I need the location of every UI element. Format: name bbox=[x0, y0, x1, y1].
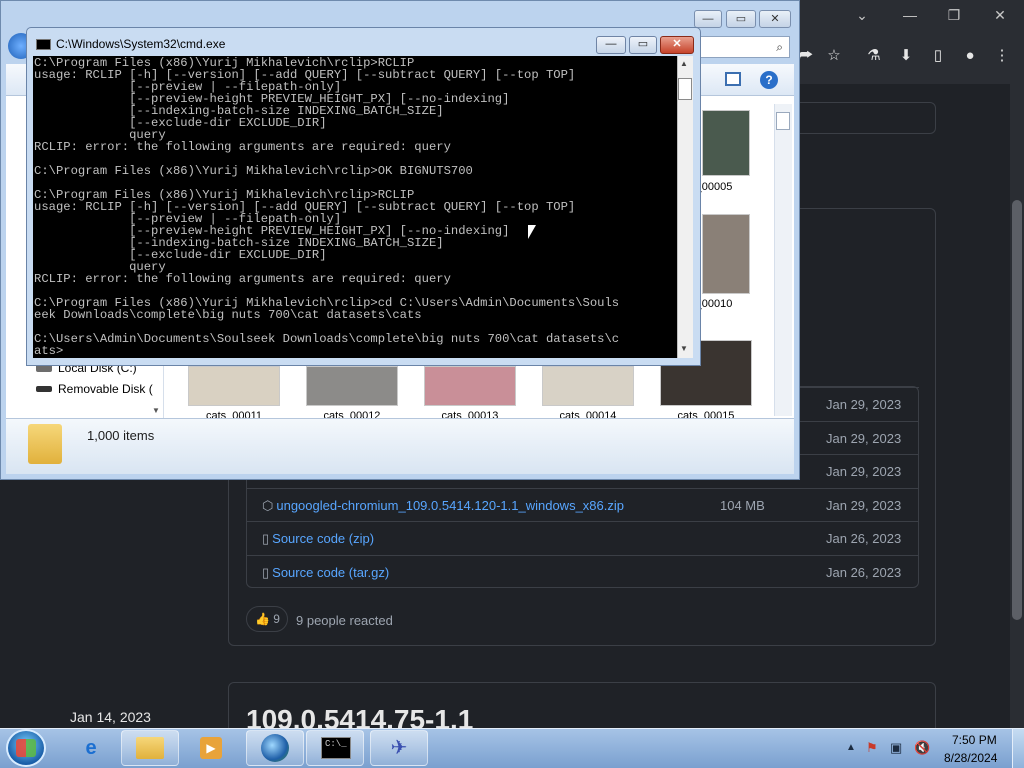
show-desktop-button[interactable] bbox=[1012, 729, 1024, 768]
explorer-minimize-button[interactable]: — bbox=[694, 10, 722, 28]
cmd-icon: C:\_ bbox=[321, 737, 351, 759]
asset-date: Jan 26, 2023 bbox=[826, 565, 902, 580]
file-zip-icon: ▯ bbox=[262, 531, 270, 546]
asset-size: 104 MB bbox=[720, 498, 765, 513]
volume-muted-icon[interactable]: 🔇 bbox=[914, 740, 930, 756]
scroll-down-arrow-icon[interactable]: ▼ bbox=[152, 406, 160, 415]
release-date: Jan 14, 2023 bbox=[70, 709, 151, 725]
download-icon[interactable]: ⬇ bbox=[894, 44, 918, 68]
file-zip-icon: ▯ bbox=[262, 565, 270, 580]
mouse-cursor-icon bbox=[528, 225, 536, 239]
asset-date: Jan 26, 2023 bbox=[826, 531, 902, 546]
reaction-button[interactable]: 👍 9 bbox=[246, 606, 288, 632]
help-icon[interactable]: ? bbox=[760, 71, 778, 89]
explorer-search-box[interactable]: ⌕ bbox=[698, 36, 790, 58]
clock-date[interactable]: 8/28/2024 bbox=[944, 751, 997, 765]
thumbnail-label[interactable]: cats_00012 bbox=[302, 410, 402, 418]
minimize-button[interactable]: — bbox=[888, 4, 932, 26]
profile-icon[interactable]: ● bbox=[958, 44, 982, 68]
chromium-icon bbox=[261, 734, 289, 762]
thumbs-up-icon: 👍 bbox=[255, 612, 274, 626]
internet-explorer-icon: e bbox=[85, 737, 97, 759]
close-button[interactable]: ✕ bbox=[978, 4, 1022, 26]
asset-row[interactable]: ▯ Source code (tar.gz) Jan 26, 2023 bbox=[246, 555, 919, 589]
cmd-maximize-button[interactable]: ▭ bbox=[629, 36, 657, 54]
thumbnail-label[interactable]: cats_00013 bbox=[420, 410, 520, 418]
thumbnail-image[interactable] bbox=[188, 366, 280, 406]
explorer-scrollbar[interactable] bbox=[774, 104, 792, 416]
sidebar-icon[interactable]: ▯ bbox=[926, 44, 950, 68]
preview-pane-icon[interactable] bbox=[725, 72, 741, 86]
thumbnail-label[interactable]: cats_00011 bbox=[184, 410, 284, 418]
thumbnail-image[interactable] bbox=[542, 366, 634, 406]
cmd-output: C:\Program Files (x86)\Yurij Mikhalevich… bbox=[34, 56, 620, 358]
thumbnail-label[interactable]: cats_00015 bbox=[656, 410, 756, 418]
thumbnail-image[interactable] bbox=[702, 214, 750, 294]
cmd-minimize-button[interactable]: — bbox=[596, 36, 626, 54]
browser-scroll-thumb[interactable] bbox=[1012, 200, 1022, 620]
asset-date: Jan 29, 2023 bbox=[826, 498, 902, 513]
cmd-console[interactable]: C:\Program Files (x86)\Yurij Mikhalevich… bbox=[33, 56, 677, 358]
restore-button[interactable]: ❐ bbox=[932, 4, 976, 26]
asset-date: Jan 29, 2023 bbox=[826, 431, 902, 446]
menu-icon[interactable]: ⋮ bbox=[990, 44, 1014, 68]
item-count: 1,000 items bbox=[87, 428, 155, 443]
cmd-scrollbar[interactable] bbox=[677, 56, 693, 358]
cmd-titlebar[interactable]: C:\Windows\System32\cmd.exe — ▭ ✕ bbox=[27, 28, 700, 58]
thumbnail-image[interactable] bbox=[306, 366, 398, 406]
windows-logo-icon bbox=[16, 739, 36, 757]
tray-expand-icon[interactable]: ▲ bbox=[846, 742, 856, 753]
details-pane bbox=[6, 418, 794, 474]
asset-date: Jan 29, 2023 bbox=[826, 397, 902, 412]
bird-icon: ✈ bbox=[390, 737, 408, 759]
media-player-icon: ▶ bbox=[200, 737, 222, 759]
clock-time[interactable]: 7:50 PM bbox=[952, 733, 997, 747]
tab-list-icon[interactable]: ⌄ bbox=[840, 4, 884, 26]
removable-drive-icon bbox=[36, 386, 52, 392]
thumbnail-label-row: cats_00011 cats_00012 cats_00013 cats_00… bbox=[160, 408, 774, 418]
thumbnail-image[interactable] bbox=[702, 110, 750, 176]
cmd-title: C:\Windows\System32\cmd.exe bbox=[56, 37, 226, 51]
reaction-summary: 9 people reacted bbox=[296, 613, 393, 628]
asset-link[interactable]: ▯ Source code (tar.gz) bbox=[262, 565, 389, 581]
asset-row[interactable]: ▯ Source code (zip) Jan 26, 2023 bbox=[246, 521, 919, 555]
asset-link[interactable]: ▯ Source code (zip) bbox=[262, 531, 374, 547]
cmd-app-icon bbox=[36, 39, 51, 50]
package-icon: ⬡ bbox=[262, 498, 274, 513]
explorer-close-button[interactable]: ✕ bbox=[759, 10, 791, 28]
asset-link[interactable]: ⬡ ungoogled-chromium_109.0.5414.120-1.1_w… bbox=[262, 498, 624, 514]
explorer-maximize-button[interactable]: ▭ bbox=[726, 10, 756, 28]
folder-icon bbox=[28, 424, 62, 464]
thumbnail-image[interactable] bbox=[424, 366, 516, 406]
asset-date: Jan 29, 2023 bbox=[826, 464, 902, 479]
scroll-down-arrow-icon[interactable]: ▼ bbox=[680, 344, 688, 353]
cmd-close-button[interactable]: ✕ bbox=[660, 36, 694, 54]
thumbnail-label[interactable]: cats_00014 bbox=[538, 410, 638, 418]
nav-item-removable-disk[interactable]: Removable Disk ( bbox=[58, 382, 153, 396]
folder-icon bbox=[136, 737, 164, 759]
flask-icon[interactable]: ⚗ bbox=[862, 44, 886, 68]
cmd-scroll-thumb[interactable] bbox=[678, 78, 692, 100]
asset-row[interactable]: ⬡ ungoogled-chromium_109.0.5414.120-1.1_w… bbox=[246, 488, 919, 522]
scroll-up-arrow-icon[interactable]: ▲ bbox=[680, 59, 688, 68]
bookmark-star-icon[interactable]: ☆ bbox=[822, 44, 846, 68]
network-icon[interactable]: ▣ bbox=[890, 740, 902, 756]
explorer-scroll-thumb[interactable] bbox=[776, 112, 790, 130]
action-center-icon[interactable]: ⚑ bbox=[866, 740, 878, 756]
search-icon: ⌕ bbox=[776, 40, 783, 54]
